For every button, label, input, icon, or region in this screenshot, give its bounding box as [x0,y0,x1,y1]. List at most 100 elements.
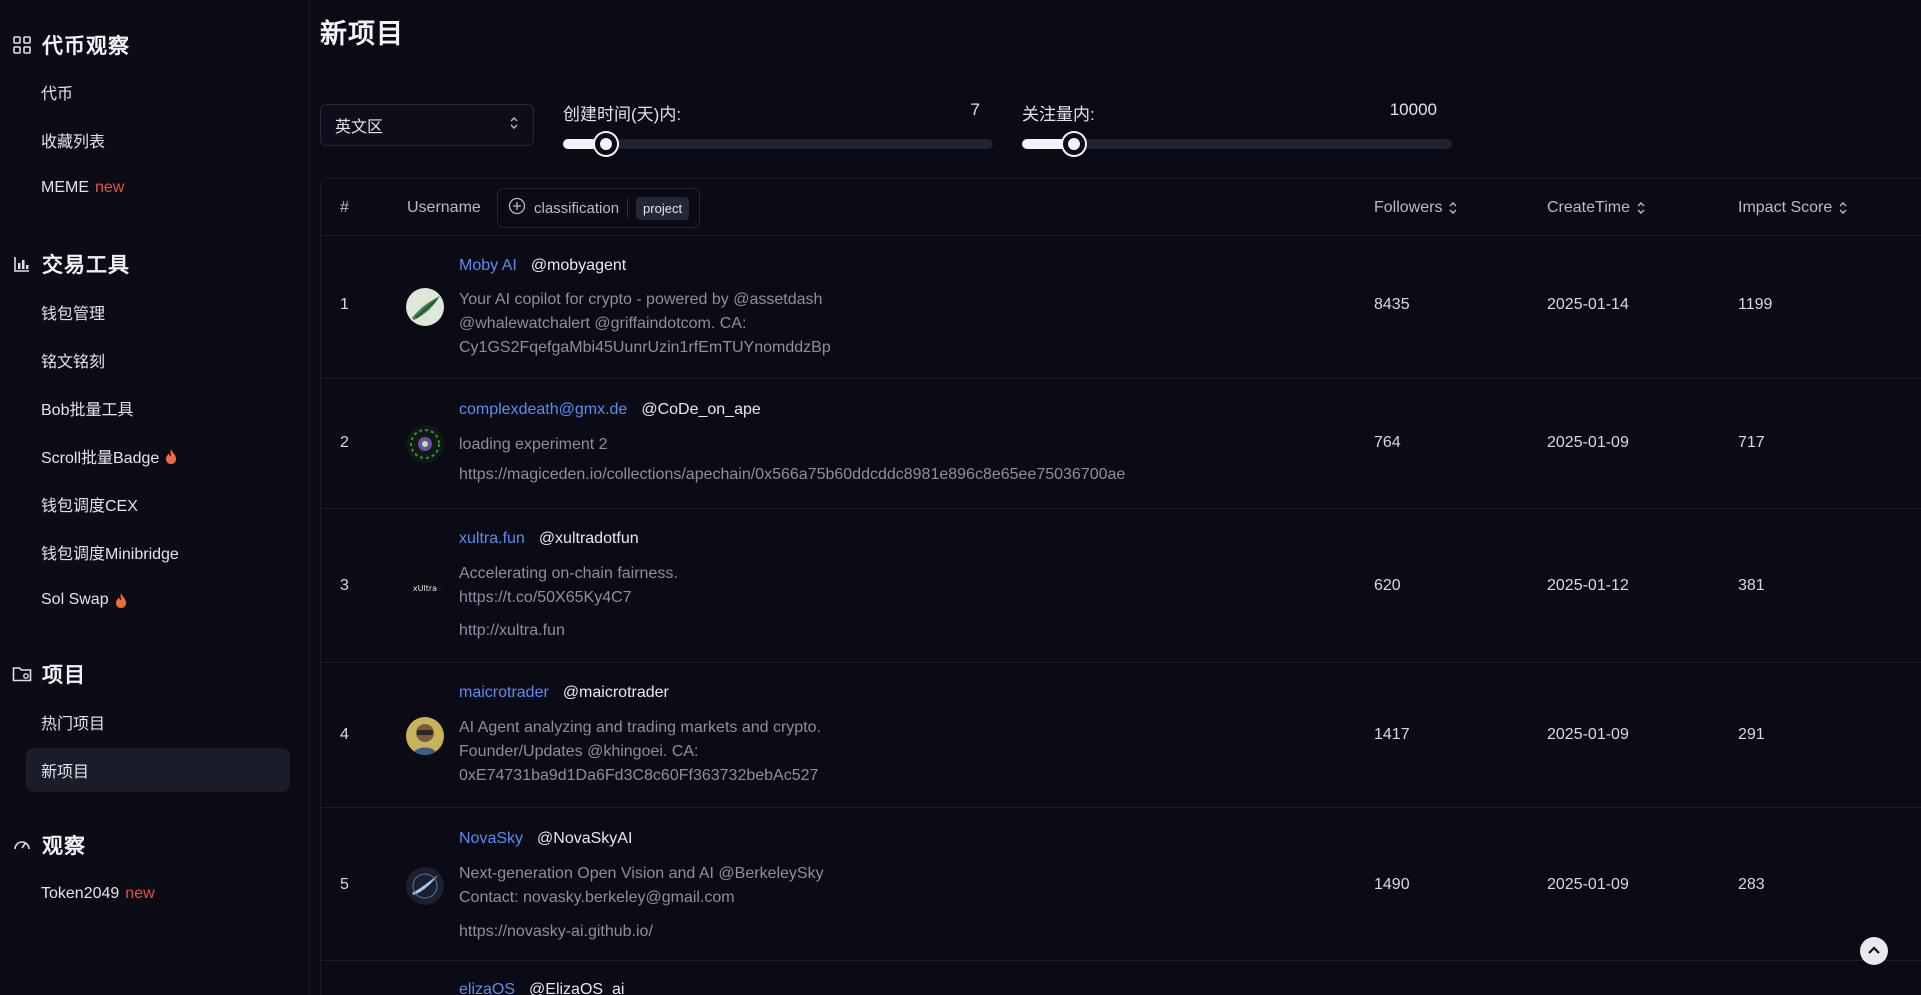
folder-icon [12,664,32,684]
create-time: 2025-01-09 [1547,876,1629,893]
table-row[interactable]: 4 maicrotrader @maicrotrader AI Agent an… [321,663,1921,808]
username-link[interactable]: maicrotrader [459,684,549,702]
sidebar-item-label: 热门项目 [41,716,106,733]
user-line: maicrotrader @maicrotrader [459,684,669,702]
section-token-watch[interactable]: 代币观察 [12,30,130,60]
sidebar-item-token2049[interactable]: Token2049 new [26,872,290,916]
table-row[interactable]: elizaOS @ElizaOS_ai [321,961,1921,995]
table-row[interactable]: 3 xUltra xultra.fun @xultradotfun Accele… [321,509,1921,663]
followers-limit-value: 10000 [1389,100,1437,119]
avatar [406,867,444,905]
followers-count: 1490 [1374,876,1410,893]
impact-score: 283 [1738,876,1765,893]
username-link[interactable]: xultra.fun [459,530,525,548]
handle[interactable]: @maicrotrader [563,684,669,702]
section-title: 项目 [42,664,86,687]
header-create-time[interactable]: CreateTime [1547,179,1646,236]
svg-text:xUltra: xUltra [413,584,437,593]
sidebar-item-new-projects[interactable]: 新项目 [26,748,290,792]
create-time: 2025-01-14 [1547,296,1629,313]
sidebar-item-scroll-badge[interactable]: Scroll批量Badge [26,434,290,478]
avatar [406,425,444,463]
project-link[interactable]: https://novasky-ai.github.io/ [459,923,653,941]
projects-table: # Username classification project Follow… [320,178,1921,995]
new-badge: new [95,179,125,196]
project-tag[interactable]: project [636,196,690,220]
scroll-to-top-button[interactable] [1860,937,1888,965]
sidebar-item-inscription[interactable]: 铭文铭刻 [26,338,290,382]
section-trading-tools[interactable]: 交易工具 [12,249,130,279]
row-index: 4 [340,726,349,743]
project-link[interactable]: http://xultra.fun [459,622,565,640]
project-link[interactable]: https://magiceden.io/collections/apechai… [459,466,1125,484]
header-create-time-label: CreateTime [1547,198,1630,216]
description-line: Contact: novasky.berkeley@gmail.com [459,889,735,906]
handle[interactable]: @CoDe_on_ape [641,401,760,419]
header-username: Username [407,198,481,216]
fire-icon [164,448,178,465]
region-select[interactable]: 英文区 [320,104,534,146]
description-line: Founder/Updates @khingoei. CA: [459,743,699,760]
handle[interactable]: @xultradotfun [539,530,639,548]
description: Accelerating on-chain fairness. https://… [459,562,851,610]
header-impact-score[interactable]: Impact Score [1738,179,1848,236]
description-line: AI Agent analyzing and trading markets a… [459,719,821,736]
description-line: https://t.co/50X65Ky4C7 [459,589,632,606]
followers-count: 620 [1374,577,1401,594]
sidebar-item-bob-tool[interactable]: Bob批量工具 [26,386,290,430]
username-link[interactable]: complexdeath@gmx.de [459,401,627,419]
sidebar-item-label: MEME [41,179,89,196]
create-time-value: 7 [970,100,980,119]
section-observe[interactable]: 观察 [12,830,86,860]
avatar: xUltra [406,568,444,606]
section-title: 观察 [42,835,86,858]
chart-icon [12,254,32,274]
followers-count: 1417 [1374,726,1410,743]
section-projects[interactable]: 项目 [12,659,86,689]
description-line: Your AI copilot for crypto - powered by … [459,291,823,308]
table-row[interactable]: 2 complexdeath@gmx.de @CoDe_on_ape loadi… [321,379,1921,509]
divider [627,198,629,218]
section-title: 代币观察 [42,35,130,58]
sidebar-item-label: Token2049 [41,885,120,902]
create-time-slider[interactable] [563,133,993,155]
username-link[interactable]: NovaSky [459,830,523,848]
handle[interactable]: @ElizaOS_ai [529,981,624,995]
description-line: Accelerating on-chain fairness. [459,565,678,582]
user-line: elizaOS @ElizaOS_ai [459,981,624,995]
sidebar-item-wallet-cex[interactable]: 钱包调度CEX [26,482,290,526]
handle[interactable]: @NovaSkyAI [537,830,632,848]
sidebar-item-label: Bob批量工具 [41,402,134,419]
new-badge: new [125,885,155,902]
username-link[interactable]: Moby AI [459,257,517,275]
table-row[interactable]: 5 NovaSky @NovaSkyAI Next-generation Ope… [321,808,1921,961]
classification-filter[interactable]: classification project [497,188,701,228]
slider-thumb[interactable] [1062,133,1085,155]
description-line: 0xE74731ba9d1Da6Fd3C8c60Ff363732bebAc527 [459,767,819,784]
user-line: complexdeath@gmx.de @CoDe_on_ape [459,401,761,419]
sidebar-item-wallet-manage[interactable]: 钱包管理 [26,290,290,334]
sidebar-item-label: 代币 [41,86,74,103]
sidebar-item-label: Scroll批量Badge [41,450,160,467]
sidebar-item-favorites[interactable]: 收藏列表 [26,118,290,162]
sidebar-item-sol-swap[interactable]: Sol Swap [26,578,290,622]
table-header: # Username classification project Follow… [321,179,1921,236]
page-title: 新项目 [320,19,404,49]
sidebar-item-label: Sol Swap [41,591,109,608]
sidebar-item-meme[interactable]: MEME new [26,166,290,210]
sidebar-item-token[interactable]: 代币 [26,70,290,114]
handle[interactable]: @mobyagent [531,257,626,275]
sidebar-item-label: 钱包调度CEX [41,498,138,515]
description: loading experiment 2 [459,433,851,457]
table-row[interactable]: 1 Moby AI @mobyagent Your AI copilot for… [321,236,1921,379]
impact-score: 381 [1738,577,1765,594]
sidebar-item-hot-projects[interactable]: 热门项目 [26,700,290,744]
followers-limit-slider[interactable] [1022,133,1452,155]
username-link[interactable]: elizaOS [459,981,515,995]
sort-icon [1448,201,1458,215]
sidebar-item-wallet-minibridge[interactable]: 钱包调度Minibridge [26,530,290,574]
header-followers[interactable]: Followers [1374,179,1458,236]
chevron-updown-icon [509,116,519,135]
slider-thumb[interactable] [595,133,617,155]
header-index: # [340,198,349,216]
